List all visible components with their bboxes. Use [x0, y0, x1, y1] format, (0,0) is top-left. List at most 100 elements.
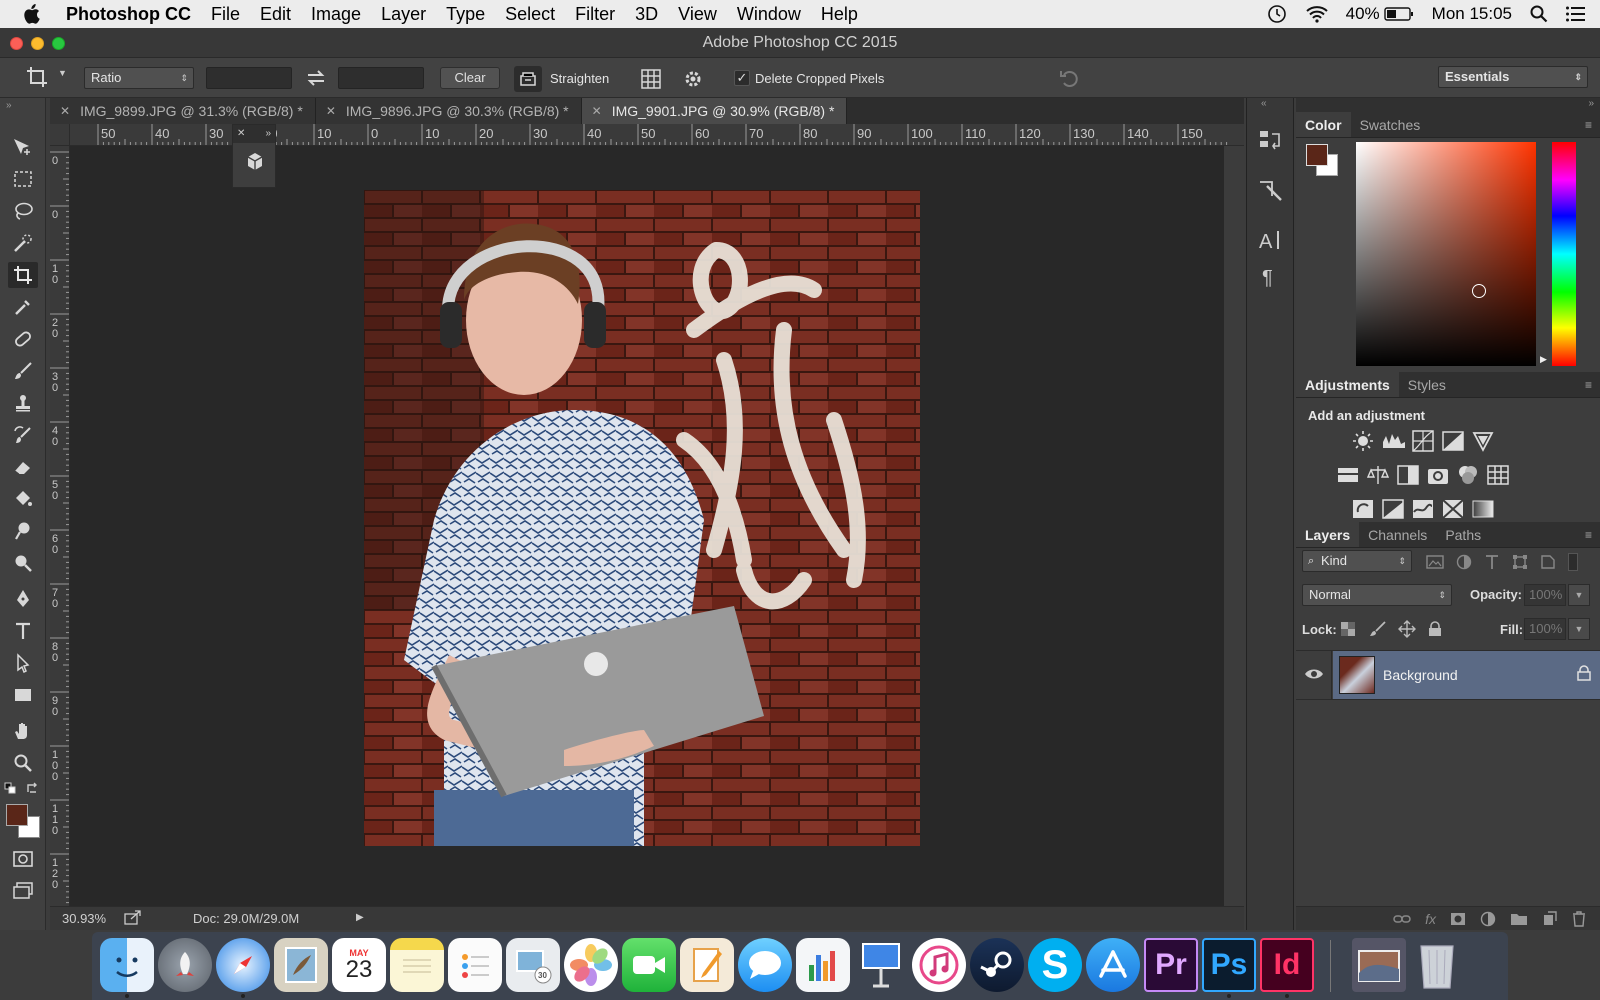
height-ratio-field[interactable] [338, 67, 424, 89]
indesign-icon[interactable]: Id [1260, 938, 1314, 992]
lock-all-icon[interactable] [1428, 621, 1442, 637]
apple-menu-icon[interactable] [22, 4, 50, 24]
facetime-icon[interactable] [622, 938, 676, 992]
zoom-level[interactable]: 30.93% [62, 911, 106, 926]
curves-icon[interactable] [1412, 430, 1434, 452]
hue-slider[interactable] [1552, 142, 1576, 366]
menu-help[interactable]: Help [821, 4, 858, 25]
vibrance-icon[interactable] [1472, 430, 1494, 452]
app-menu[interactable]: Photoshop CC [66, 4, 191, 25]
filter-adjustment-icon[interactable] [1456, 554, 1472, 570]
vertical-ruler[interactable]: 00102030405060708090100110120 [50, 146, 70, 906]
photos-folder-stack-icon[interactable] [1352, 938, 1406, 992]
premiere-pro-icon[interactable]: Pr [1144, 938, 1198, 992]
skype-icon[interactable]: S [1028, 938, 1082, 992]
new-group-folder-icon[interactable] [1510, 912, 1528, 926]
layer-row[interactable]: Background [1296, 650, 1600, 700]
width-ratio-field[interactable] [206, 67, 292, 89]
layer-kind-filter[interactable]: ⌕ Kind ⇕ [1302, 550, 1412, 572]
history-panel-icon[interactable] [1257, 128, 1283, 152]
photo-slideshow-icon[interactable]: 30 [506, 938, 560, 992]
brush-tool-icon[interactable] [8, 358, 38, 384]
history-brush-tool-icon[interactable] [8, 422, 38, 448]
rectangle-tool-icon[interactable] [8, 682, 38, 708]
wifi-icon[interactable] [1305, 5, 1328, 23]
dodge-tool-icon[interactable] [8, 518, 38, 544]
menu-view[interactable]: View [678, 4, 717, 25]
hand-tool-icon[interactable] [8, 718, 38, 744]
photo-image[interactable] [364, 190, 920, 846]
menu-file[interactable]: File [211, 4, 240, 25]
hue-saturation-icon[interactable] [1337, 464, 1359, 486]
filter-smart-object-icon[interactable] [1540, 554, 1556, 570]
new-layer-icon[interactable] [1542, 910, 1558, 927]
notes-icon[interactable] [390, 938, 444, 992]
overlay-grid-icon[interactable] [640, 68, 662, 90]
black-white-icon[interactable] [1397, 464, 1419, 486]
finder-icon[interactable] [100, 938, 154, 992]
menu-window[interactable]: Window [737, 4, 801, 25]
close-tab-icon[interactable]: ✕ [592, 104, 602, 118]
panel-menu-icon[interactable]: ≡ [1585, 528, 1592, 542]
photo-filter-icon[interactable] [1427, 464, 1451, 486]
tab-styles[interactable]: Styles [1399, 372, 1455, 397]
launchpad-icon[interactable] [158, 938, 212, 992]
clear-button[interactable]: Clear [440, 67, 500, 89]
battery-icon[interactable] [1383, 7, 1414, 21]
layer-visibility-toggle[interactable] [1296, 651, 1332, 699]
tab-color[interactable]: Color [1296, 112, 1351, 137]
layer-name[interactable]: Background [1383, 667, 1458, 683]
screen-mode-icon[interactable] [8, 878, 38, 904]
opacity-field[interactable]: 100% [1524, 584, 1566, 606]
invert-icon[interactable] [1352, 498, 1374, 520]
menu-select[interactable]: Select [505, 4, 555, 25]
close-tab-icon[interactable]: ✕ [326, 104, 336, 118]
photos-icon[interactable] [564, 938, 618, 992]
tab-layers[interactable]: Layers [1296, 522, 1360, 547]
link-layers-icon[interactable] [1393, 913, 1411, 925]
clone-stamp-tool-icon[interactable] [8, 390, 38, 416]
menu-image[interactable]: Image [311, 4, 361, 25]
workspace-select[interactable]: Essentials ⇕ [1438, 66, 1588, 88]
healing-brush-tool-icon[interactable] [8, 326, 38, 352]
safari-icon[interactable] [216, 938, 270, 992]
notification-center-icon[interactable] [1566, 6, 1586, 22]
threshold-icon[interactable] [1412, 498, 1434, 520]
calendar-icon[interactable]: MAY 23 [332, 938, 386, 992]
steam-icon[interactable] [970, 938, 1024, 992]
new-adjustment-layer-icon[interactable] [1480, 911, 1496, 927]
gradient-map-icon[interactable] [1472, 498, 1494, 520]
keynote-icon[interactable] [854, 938, 908, 992]
lock-position-icon[interactable] [1398, 620, 1416, 638]
color-field[interactable] [1356, 142, 1536, 366]
app-store-icon[interactable] [1086, 938, 1140, 992]
levels-icon[interactable] [1382, 430, 1406, 452]
quick-selection-tool-icon[interactable] [8, 230, 38, 256]
filter-pixel-icon[interactable] [1426, 554, 1444, 570]
ruler-origin[interactable] [50, 124, 70, 146]
delete-layer-trash-icon[interactable] [1572, 910, 1586, 927]
delete-cropped-checkbox[interactable]: ✓ [734, 70, 750, 86]
exposure-icon[interactable] [1442, 430, 1464, 452]
filter-shape-icon[interactable] [1512, 554, 1528, 570]
reset-crop-icon[interactable] [1058, 67, 1082, 89]
color-lookup-icon[interactable] [1487, 464, 1509, 486]
photoshop-icon[interactable]: Ps [1202, 938, 1256, 992]
lock-icon[interactable] [1577, 665, 1591, 681]
hue-slider-handle-icon[interactable]: ▶ [1540, 354, 1547, 365]
zoom-magnifier-tool-icon[interactable] [8, 550, 38, 576]
posterize-icon[interactable] [1382, 498, 1404, 520]
swap-colors-icon[interactable] [26, 782, 40, 796]
ratio-select[interactable]: Ratio ⇕ [84, 67, 194, 89]
add-mask-icon[interactable] [1450, 912, 1466, 926]
menu-type[interactable]: Type [446, 4, 485, 25]
paragraph-panel-icon[interactable]: ¶ [1257, 264, 1283, 288]
character-panel-icon[interactable]: A [1257, 228, 1283, 252]
tab-paths[interactable]: Paths [1436, 522, 1490, 547]
color-panel-fg-swatch[interactable] [1306, 144, 1328, 166]
menu-edit[interactable]: Edit [260, 4, 291, 25]
selective-color-icon[interactable] [1442, 498, 1464, 520]
marquee-tool-icon[interactable] [8, 166, 38, 192]
brush-presets-icon[interactable] [1257, 176, 1283, 202]
eraser-tool-icon[interactable] [8, 454, 38, 480]
